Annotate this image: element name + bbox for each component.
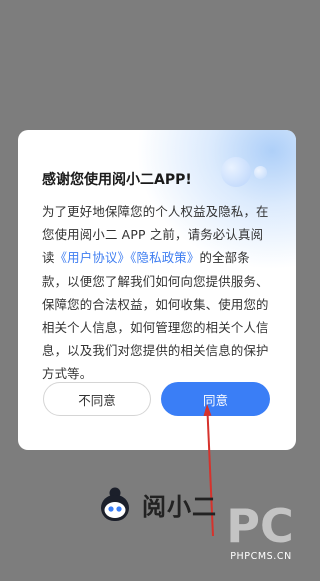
- dialog-body-text: 为了更好地保障您的个人权益及隐私，在您使用阅小二 APP 之前，请务必认真阅读《…: [42, 200, 274, 386]
- user-agreement-link[interactable]: 《用户协议》: [55, 250, 131, 265]
- privacy-dialog: 感谢您使用阅小二APP! 为了更好地保障您的个人权益及隐私，在您使用阅小二 AP…: [18, 130, 296, 450]
- watermark-text: PHPCMS.CN: [230, 551, 292, 562]
- disagree-button[interactable]: 不同意: [43, 382, 151, 416]
- app-brand: 阅小二: [97, 486, 217, 522]
- privacy-policy-link[interactable]: 《隐私政策》: [130, 250, 199, 265]
- body-text-terms: 的全部条款，以便您了解我们如何向您提供服务、保障您的合法权益，如何收集、使用您的…: [42, 250, 269, 382]
- mascot-logo-icon: [101, 487, 129, 521]
- agree-button[interactable]: 同意: [161, 382, 270, 416]
- dialog-title: 感谢您使用阅小二APP!: [42, 172, 192, 188]
- watermark-logo-text: PC: [226, 499, 293, 553]
- app-name: 阅小二: [142, 492, 217, 521]
